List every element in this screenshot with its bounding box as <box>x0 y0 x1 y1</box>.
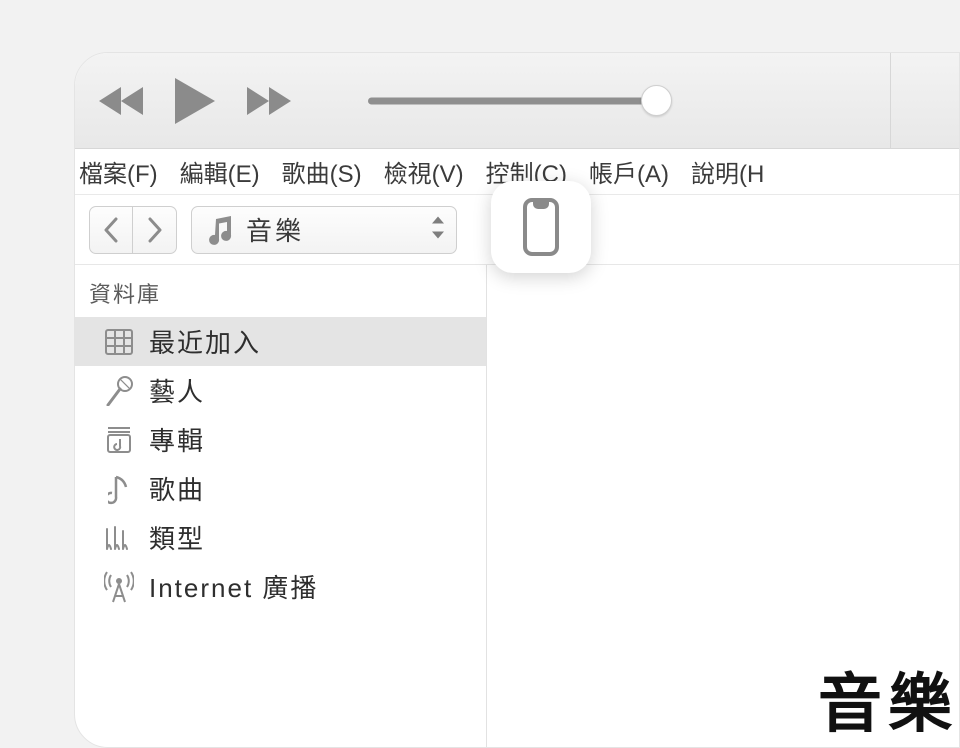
grid-icon <box>103 329 135 355</box>
nav-back-button[interactable] <box>89 206 133 254</box>
sidebar-item-label: 專輯 <box>149 421 205 458</box>
content-title: 音樂 <box>818 653 959 747</box>
sidebar-item-label: Internet 廣播 <box>149 568 318 605</box>
next-icon[interactable] <box>245 83 291 119</box>
phone-icon <box>523 198 559 256</box>
previous-icon[interactable] <box>99 83 145 119</box>
volume-slider[interactable] <box>368 97 658 104</box>
sidebar-item-recently-added[interactable]: 最近加入 <box>75 317 486 366</box>
menu-view[interactable]: 檢視(V) <box>384 154 464 189</box>
sidebar: 資料庫 最近加入 藝人 專輯 <box>75 265 487 747</box>
sidebar-item-label: 藝人 <box>149 372 205 409</box>
sidebar-item-artists[interactable]: 藝人 <box>75 366 486 415</box>
album-icon <box>103 426 135 454</box>
media-picker-label: 音樂 <box>246 211 304 248</box>
volume-thumb[interactable] <box>641 85 672 116</box>
nav-toolbar: 音樂 <box>75 195 959 265</box>
menu-help[interactable]: 說明(H <box>691 154 764 189</box>
main-body: 資料庫 最近加入 藝人 專輯 <box>75 265 959 747</box>
menu-account[interactable]: 帳戶(A) <box>589 154 669 189</box>
content-area: 音樂 <box>487 265 959 747</box>
play-icon[interactable] <box>173 76 217 126</box>
note-icon <box>103 473 135 505</box>
menu-edit[interactable]: 編輯(E) <box>180 154 260 189</box>
sidebar-item-albums[interactable]: 專輯 <box>75 415 486 464</box>
microphone-icon <box>103 376 135 406</box>
chevron-right-icon <box>147 217 163 243</box>
toolbar-divider <box>890 53 891 148</box>
sidebar-item-internet-radio[interactable]: Internet 廣播 <box>75 562 486 611</box>
sidebar-item-label: 最近加入 <box>149 323 261 360</box>
radio-tower-icon <box>103 571 135 603</box>
nav-forward-button[interactable] <box>133 206 177 254</box>
menu-file[interactable]: 檔案(F) <box>79 154 158 189</box>
nav-back-forward <box>89 206 177 254</box>
transport-controls <box>99 76 291 126</box>
up-down-arrows-icon <box>430 214 446 245</box>
volume-track <box>368 97 658 104</box>
sidebar-section-header: 資料庫 <box>75 273 486 317</box>
sidebar-item-label: 歌曲 <box>149 470 205 507</box>
device-button[interactable] <box>491 181 591 273</box>
sidebar-item-songs[interactable]: 歌曲 <box>75 464 486 513</box>
chevron-left-icon <box>103 217 119 243</box>
sidebar-item-genres[interactable]: 類型 <box>75 513 486 562</box>
player-toolbar <box>75 53 959 149</box>
app-window: 檔案(F) 編輯(E) 歌曲(S) 檢視(V) 控制(C) 帳戶(A) 說明(H… <box>74 52 960 748</box>
media-picker[interactable]: 音樂 <box>191 206 457 254</box>
menu-song[interactable]: 歌曲(S) <box>282 154 362 189</box>
sidebar-item-label: 類型 <box>149 519 205 556</box>
music-note-icon <box>204 215 236 245</box>
guitar-icon <box>103 523 135 553</box>
